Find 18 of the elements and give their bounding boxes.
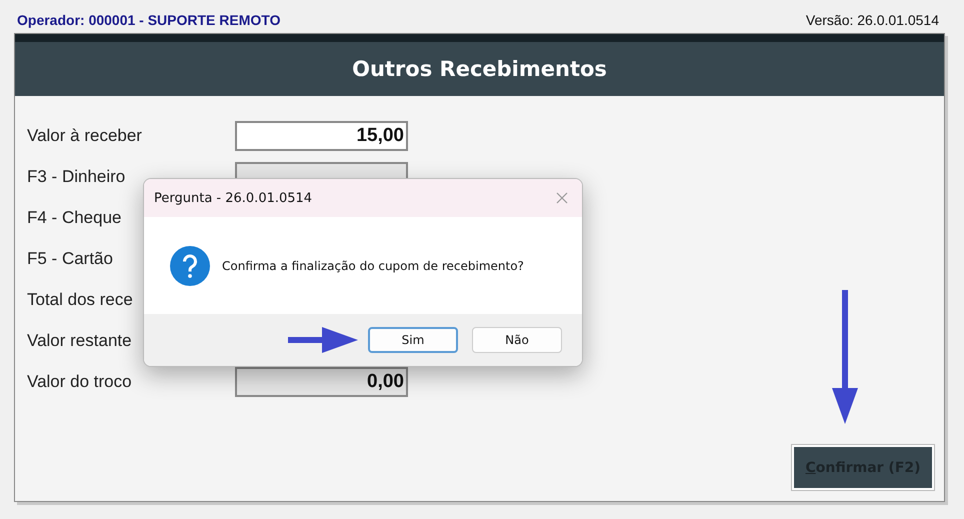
field-label: Valor à receber — [27, 126, 143, 146]
close-icon[interactable] — [556, 192, 568, 204]
annotation-arrow — [288, 327, 358, 353]
dialog-message: Confirma a finalização do cupom de recebimento? — [222, 258, 524, 272]
field-label: F3 - Dinheiro — [27, 167, 126, 187]
field-label: F4 - Cheque — [27, 208, 122, 228]
field-label: Valor do troco — [27, 372, 133, 392]
dialog-button[interactable]: Sim — [368, 327, 458, 353]
dialog-title: Pergunta - 26.0.01.0514 — [154, 190, 312, 206]
operator-label: Operador: 000001 - SUPORTE REMOTO — [17, 12, 280, 28]
field-label: Valor restante — [27, 331, 133, 351]
input-field[interactable]: 0,00 — [235, 367, 408, 397]
version-label: Versão: 26.0.01.0514 — [806, 12, 939, 28]
input-field[interactable]: 15,00 — [235, 121, 408, 151]
dialog-button[interactable]: Não — [472, 327, 562, 353]
field-label: Total dos rece — [27, 290, 134, 310]
question-icon — [170, 246, 210, 286]
window-title: Outros Recebimentos — [15, 42, 944, 96]
